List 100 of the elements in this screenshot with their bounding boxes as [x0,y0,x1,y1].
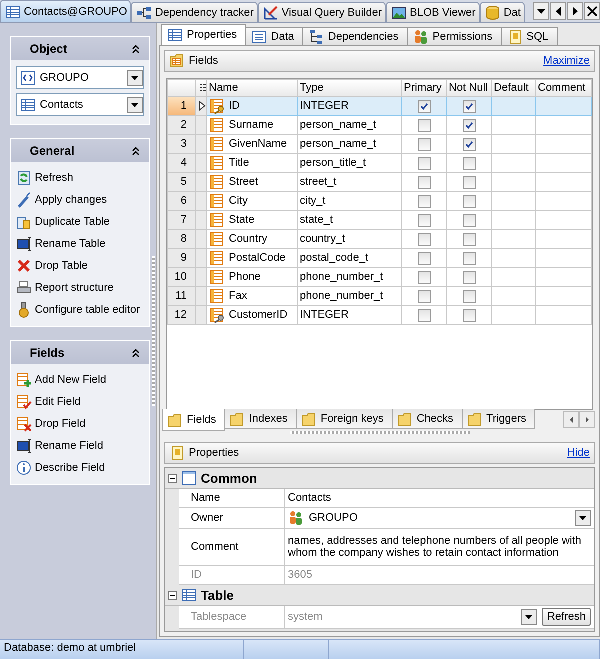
dropdown[interactable]: Contacts [16,93,144,116]
checkbox[interactable] [418,290,430,302]
dropdown-button[interactable] [127,96,143,112]
checkbox[interactable] [462,176,476,188]
checkbox[interactable] [462,270,476,284]
dropdown-button[interactable] [575,510,591,526]
checkbox[interactable] [418,214,430,226]
panel-title: General [30,144,76,158]
checkbox[interactable] [462,156,476,170]
checkbox[interactable] [462,138,476,150]
bottom-tab[interactable]: Fields [162,409,226,431]
checkbox[interactable] [418,156,430,170]
sidebar-link[interactable]: Report structure [16,277,114,299]
sidebar-link[interactable]: Duplicate Table [16,211,110,233]
bottom-tab[interactable]: Triggers [462,409,536,429]
property-value: 3605 [288,569,314,581]
document-tab[interactable]: Dependency tracker [131,2,258,22]
field-icon [209,269,225,285]
table-cell: person_name_t [298,134,402,154]
editor-tab[interactable]: Permissions [406,27,502,45]
scroll-right-button[interactable] [567,2,583,20]
checkbox[interactable] [462,252,476,264]
checkbox[interactable] [462,194,476,208]
table-cell: Surname [229,119,274,131]
field-icon [209,288,225,304]
document-icon [169,445,185,461]
row-number: 7 [168,210,196,230]
checkbox[interactable] [462,118,476,132]
collapse-icon[interactable] [131,42,141,54]
checkbox[interactable] [418,270,430,284]
column-header[interactable]: Primary [402,80,446,96]
bottom-tab[interactable]: Indexes [224,409,297,429]
collapse-icon[interactable] [131,144,141,156]
sidebar-link[interactable]: Drop Field [16,413,86,435]
sidebar-link[interactable]: Refresh [16,167,74,189]
sidebar-link[interactable]: Describe Field [16,457,106,479]
table-cell: ID [229,100,240,112]
sidebar-link[interactable]: Configure table editor [16,299,140,321]
sidebar-link[interactable]: Add New Field [16,369,107,391]
dropdown-button[interactable] [533,2,549,20]
table-cell: person_name_t [298,116,402,134]
checkbox[interactable] [418,232,430,246]
editor-tab[interactable]: Dependencies [302,27,408,45]
editor-tab[interactable]: Properties [161,24,246,45]
status-text: Database: demo at umbriel [0,640,244,659]
checkbox[interactable] [462,232,476,246]
bottom-tab[interactable]: Checks [392,409,463,429]
scroll-left-button[interactable] [563,411,579,428]
sidebar-link[interactable]: Rename Table [16,233,106,255]
property-label: Owner [179,508,285,528]
splitter-handle[interactable] [152,256,154,406]
splitter-handle[interactable] [290,431,470,434]
property-value: GROUPO [309,512,359,524]
sidebar-link[interactable]: Rename Field [16,435,104,457]
field-icon [209,212,225,228]
dropdown-button[interactable] [127,70,143,86]
checkbox[interactable] [462,100,476,112]
collapse-icon[interactable] [131,346,141,358]
collapse-icon[interactable] [168,474,177,482]
panel-link[interactable]: Maximize [544,55,590,67]
table-cell: Country [229,233,268,245]
document-tab[interactable]: Visual Query Builder [258,2,386,22]
checkbox[interactable] [418,100,430,112]
scroll-left-button[interactable] [550,2,566,20]
checkbox[interactable] [418,138,430,150]
row-number: 3 [168,134,196,154]
table-cell: phone_number_t [298,286,402,306]
column-header[interactable]: Name [206,80,298,96]
document-tab[interactable]: BLOB Viewer [386,2,480,22]
checkbox[interactable] [418,118,430,132]
editor-tab[interactable]: SQL [500,27,558,45]
checkbox[interactable] [462,308,476,322]
key-icon [209,307,225,323]
checkbox[interactable] [418,194,430,208]
panel-title: Properties [189,447,240,459]
checkbox[interactable] [462,290,476,302]
row-number: 5 [168,172,196,192]
panel-link[interactable]: Hide [567,447,590,459]
column-header[interactable]: Comment [536,80,592,96]
sidebar-link[interactable]: Apply changes [16,189,108,211]
editor-tab[interactable]: Data [245,27,304,45]
sidebar-link[interactable]: Edit Field [16,391,81,413]
close-button[interactable] [584,2,600,20]
checkbox[interactable] [418,176,430,188]
scroll-right-button[interactable] [579,411,595,428]
dropdown[interactable]: GROUPO [16,66,144,89]
row-number: 12 [168,306,196,324]
document-tab[interactable]: Contacts@GROUPO [0,0,132,22]
bottom-tab[interactable]: Foreign keys [296,409,393,429]
document-tab[interactable]: Dat [480,2,525,22]
column-header[interactable]: Default [492,80,536,96]
column-header[interactable]: Type [298,80,402,96]
sidebar-link[interactable]: Drop Table [16,255,88,277]
collapse-icon[interactable] [168,590,177,600]
table-cell: street_t [298,172,402,192]
column-header[interactable]: Not Null [446,80,492,96]
checkbox[interactable] [462,214,476,226]
checkbox[interactable] [418,252,430,264]
property-value: Contacts [288,492,332,504]
checkbox[interactable] [418,308,430,322]
